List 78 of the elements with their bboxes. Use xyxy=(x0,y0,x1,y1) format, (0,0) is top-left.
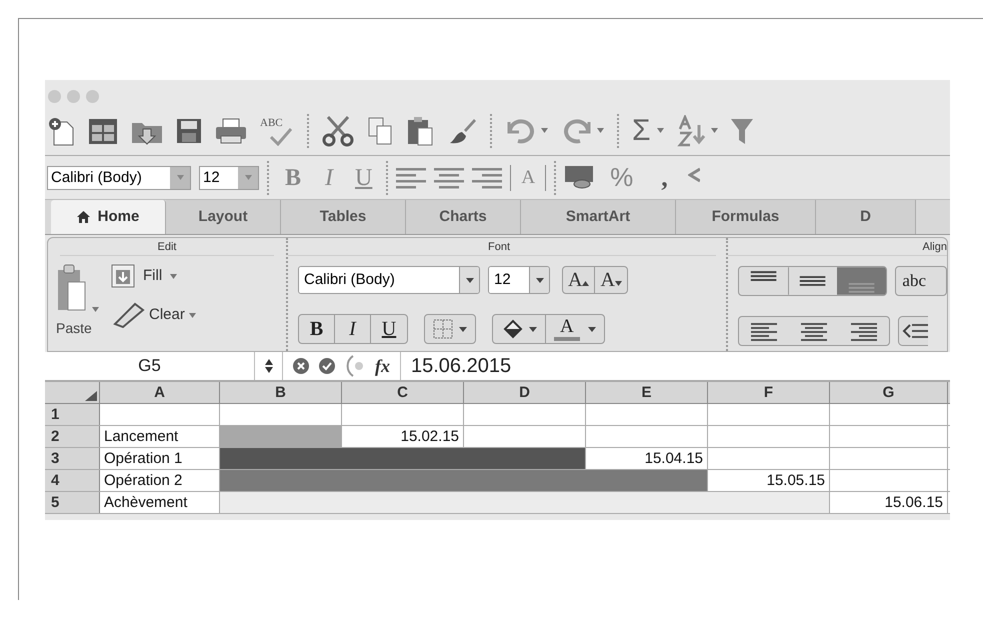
table-cell: 15.04.15 xyxy=(586,448,708,469)
tab[interactable]: Formulas xyxy=(676,200,816,234)
row-header[interactable]: 5 xyxy=(45,492,100,513)
align-left-icon[interactable] xyxy=(396,166,426,190)
stepper-icon[interactable] xyxy=(264,359,272,373)
caret-icon[interactable] xyxy=(597,128,604,133)
caret-icon[interactable] xyxy=(656,128,664,133)
comma-button[interactable]: , xyxy=(649,164,680,190)
fill-down-icon[interactable] xyxy=(111,264,135,288)
caret-icon xyxy=(529,326,537,332)
cancel-icon[interactable] xyxy=(293,358,309,374)
bold-button[interactable]: B xyxy=(299,315,335,343)
column-header[interactable]: B xyxy=(220,382,342,403)
fill-button[interactable]: Fill xyxy=(143,264,162,288)
grow-font-button[interactable]: A xyxy=(563,267,596,293)
scissors-icon[interactable] xyxy=(322,114,354,146)
tab[interactable]: Charts xyxy=(406,200,521,234)
italic-button[interactable]: I xyxy=(335,315,371,343)
clipboard-icon[interactable] xyxy=(56,264,86,312)
paste-button[interactable]: Paste xyxy=(56,318,92,339)
formula-field[interactable]: 15.06.2015 xyxy=(401,351,512,381)
group-label: Align xyxy=(728,238,947,256)
borders-icon xyxy=(433,319,453,339)
column-header[interactable]: A xyxy=(100,382,220,403)
caret-icon[interactable] xyxy=(188,312,196,318)
clear-button[interactable]: Clear xyxy=(149,304,185,326)
table-cell: 15.05.15 xyxy=(708,470,830,491)
column-header[interactable]: G xyxy=(830,382,948,403)
underline-button[interactable]: U xyxy=(371,315,407,343)
column-header[interactable]: D xyxy=(464,382,586,403)
borders-button[interactable] xyxy=(424,314,476,344)
tab[interactable]: Home xyxy=(51,200,166,234)
row-header[interactable]: 4 xyxy=(45,470,100,491)
column-header[interactable]: C xyxy=(342,382,464,403)
tab[interactable]: Layout xyxy=(166,200,281,234)
function-button[interactable]: fx xyxy=(375,352,390,380)
redo-icon[interactable] xyxy=(561,118,593,144)
name-box[interactable]: G5 xyxy=(45,352,255,380)
column-header[interactable]: F xyxy=(708,382,830,403)
eraser-icon[interactable] xyxy=(111,302,145,328)
align-center-icon[interactable] xyxy=(434,166,464,190)
shrink-font-button[interactable]: A xyxy=(595,267,627,293)
check-icon xyxy=(270,128,292,146)
new-document-icon[interactable] xyxy=(47,116,75,146)
home-icon xyxy=(76,211,90,223)
orientation-button[interactable]: abc xyxy=(895,266,947,296)
save-icon[interactable] xyxy=(176,116,202,144)
caret-icon[interactable] xyxy=(710,128,718,133)
caret-icon xyxy=(459,326,467,332)
group-label: Edit xyxy=(60,238,274,256)
select-all-icon[interactable] xyxy=(85,391,97,401)
clipboard-icon[interactable] xyxy=(406,116,434,146)
tab[interactable]: SmartArt xyxy=(521,200,676,234)
column-header[interactable]: E xyxy=(586,382,708,403)
undo-icon[interactable] xyxy=(505,118,537,144)
sum-button[interactable]: Σ xyxy=(632,116,651,146)
caret-icon[interactable] xyxy=(92,307,99,312)
tab[interactable]: Tables xyxy=(281,200,406,234)
caret-icon xyxy=(614,281,622,286)
table-cell: 15.06.15 xyxy=(830,492,948,513)
decrease-indent-icon[interactable] xyxy=(898,316,928,346)
row-header[interactable]: 3 xyxy=(45,448,100,469)
tab[interactable]: D xyxy=(816,200,916,234)
align-right-icon[interactable] xyxy=(472,166,502,190)
sort-icon[interactable] xyxy=(676,114,707,146)
caret-icon[interactable] xyxy=(170,274,178,278)
caret-icon xyxy=(588,326,596,332)
printer-icon[interactable] xyxy=(215,118,247,144)
group-label: Font xyxy=(288,238,716,256)
paint-bucket-icon xyxy=(501,319,523,339)
caret-up-icon xyxy=(582,281,590,286)
copy-icon[interactable] xyxy=(367,116,393,146)
row-header[interactable]: 2 xyxy=(45,426,100,447)
spell-check-button[interactable]: ABC xyxy=(260,114,294,146)
table-cell: 15.02.15 xyxy=(342,426,464,447)
row-header[interactable]: 1 xyxy=(45,404,100,425)
caret-icon[interactable] xyxy=(541,128,548,133)
confirm-icon[interactable] xyxy=(319,358,335,374)
